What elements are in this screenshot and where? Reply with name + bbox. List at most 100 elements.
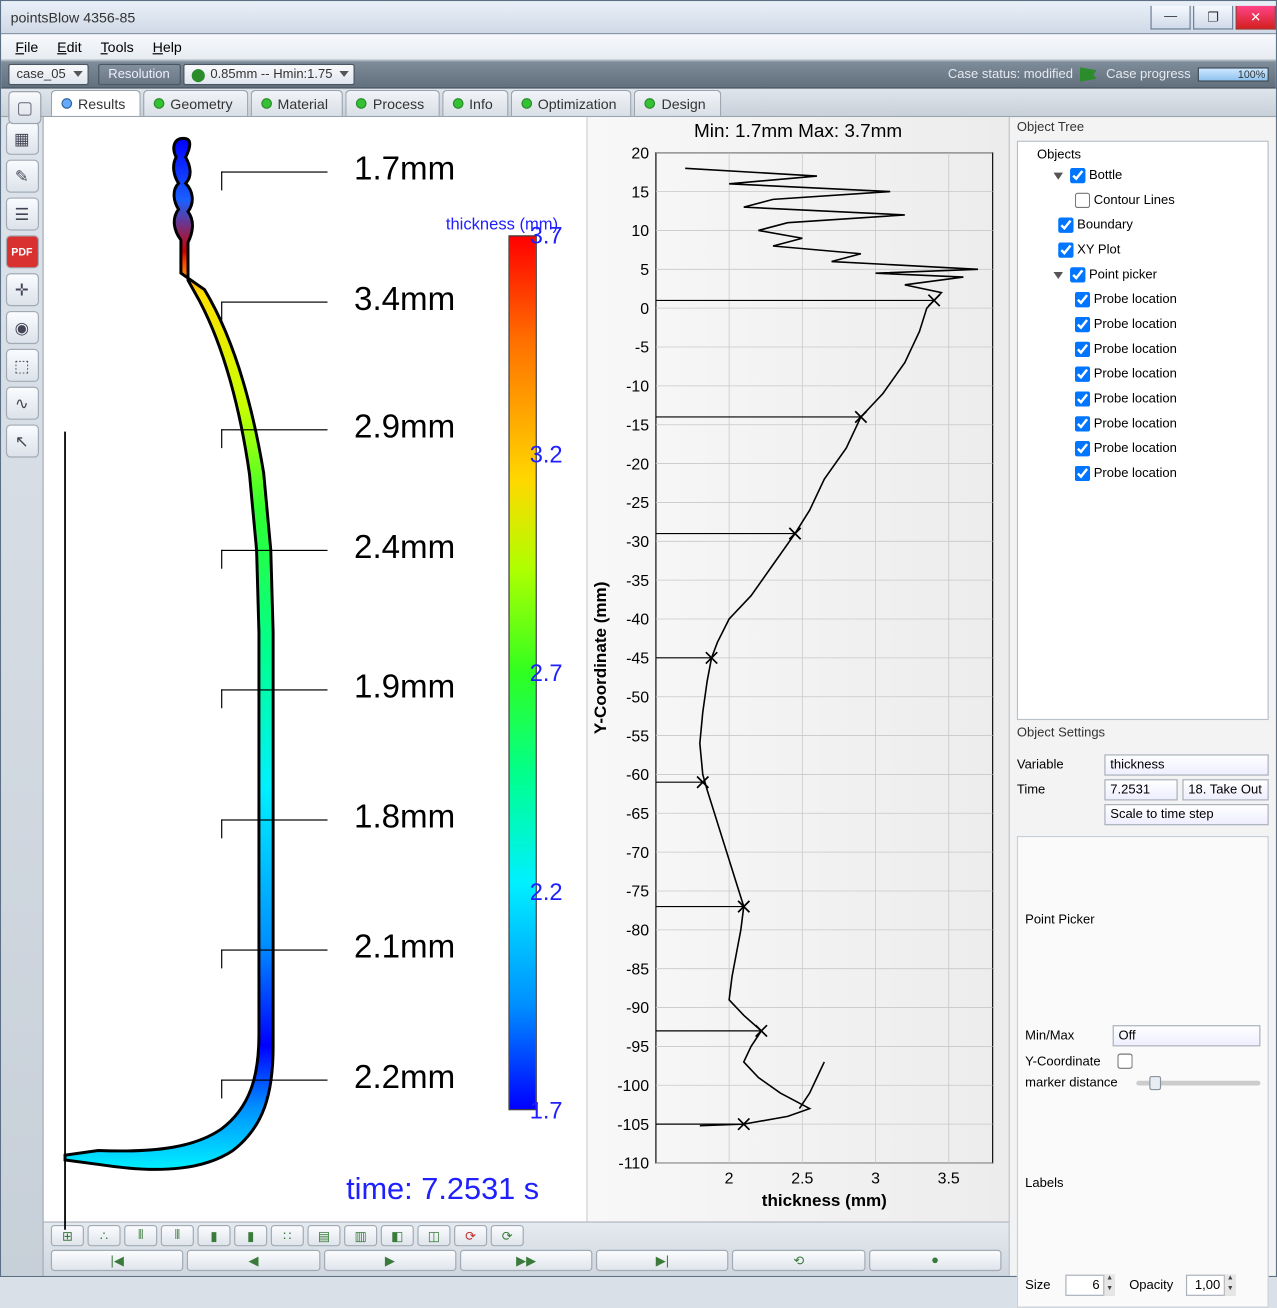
status-dot-icon <box>453 98 464 109</box>
wireframe-button[interactable]: ◫ <box>417 1225 450 1246</box>
tree-item[interactable]: Contour Lines <box>1070 188 1265 213</box>
tree-checkbox[interactable] <box>1075 342 1090 357</box>
legend-tick: 1.7 <box>530 1098 577 1125</box>
time-label: time: 7.2531 s <box>346 1171 539 1208</box>
probe-label: 2.4mm <box>313 529 455 567</box>
probe-leader <box>221 1080 327 1081</box>
tree-checkbox[interactable] <box>1058 218 1073 233</box>
status-dot-icon <box>521 98 532 109</box>
tree-checkbox[interactable] <box>1075 317 1090 332</box>
ycoord-checkbox[interactable] <box>1117 1054 1132 1069</box>
tab-optimization[interactable]: Optimization <box>511 90 632 116</box>
tree-item[interactable]: Probe location <box>1070 411 1265 436</box>
tree-checkbox[interactable] <box>1070 267 1085 282</box>
tree-item[interactable]: Probe location <box>1070 337 1265 362</box>
step-fwd-button[interactable]: ▶▶ <box>460 1250 593 1271</box>
tree-item[interactable]: Probe location <box>1070 387 1265 412</box>
maximize-button[interactable]: ❐ <box>1193 5 1233 29</box>
tree-checkbox[interactable] <box>1075 367 1090 382</box>
axes-button[interactable]: ✛ <box>5 273 38 306</box>
dashed-rect-button[interactable]: ⬚ <box>5 349 38 382</box>
tree-item[interactable]: Probe location <box>1070 312 1265 337</box>
variable-select[interactable]: thickness <box>1104 754 1268 775</box>
shaded-button[interactable]: ◧ <box>381 1225 414 1246</box>
case-dropdown[interactable]: case_05 <box>8 64 88 85</box>
pencil-button[interactable]: ✎ <box>5 160 38 193</box>
refresh-green-button[interactable]: ⟳ <box>491 1225 524 1246</box>
minmax-select[interactable]: Off <box>1113 1025 1261 1046</box>
svg-text:-15: -15 <box>626 417 649 434</box>
tree-label: Probe location <box>1094 342 1177 356</box>
record-button[interactable]: ● <box>869 1250 1002 1271</box>
object-tree[interactable]: ObjectsBottleContour LinesBoundary XY Plo… <box>1017 141 1269 720</box>
xy-plot[interactable]: Min: 1.7mm Max: 3.7mm 20151050-5-10-15-2… <box>588 117 1009 1221</box>
loop-button[interactable]: ⟲ <box>732 1250 865 1271</box>
tree-label: Point picker <box>1089 268 1157 282</box>
ruled-page-button[interactable]: ☰ <box>5 197 38 230</box>
time-step-select[interactable]: 18. Take Out <box>1182 779 1268 800</box>
tree-checkbox[interactable] <box>1075 441 1090 456</box>
tree-item[interactable]: XY Plot <box>1054 238 1266 263</box>
tab-results[interactable]: Results <box>51 90 141 116</box>
svg-text:2: 2 <box>725 1170 734 1187</box>
pdf-button[interactable]: PDF <box>5 235 38 268</box>
tab-process[interactable]: Process <box>346 90 440 116</box>
svg-text:-95: -95 <box>626 1039 649 1056</box>
tree-item[interactable]: Boundary <box>1054 213 1266 238</box>
probe-label: 1.9mm <box>313 668 455 706</box>
probe-leader <box>221 949 327 950</box>
camera-button[interactable]: ◉ <box>5 311 38 344</box>
svg-text:-35: -35 <box>626 573 649 590</box>
tree-item[interactable]: Point picker <box>1054 262 1266 287</box>
tree-label: XY Plot <box>1077 243 1120 257</box>
refresh-red-button[interactable]: ⟳ <box>454 1225 487 1246</box>
tab-material[interactable]: Material <box>250 90 343 116</box>
expand-icon[interactable] <box>1054 271 1063 278</box>
tree-root[interactable]: Objects <box>1037 147 1265 164</box>
menu-edit[interactable]: Edit <box>48 36 91 57</box>
tree-item[interactable]: Probe location <box>1070 436 1265 461</box>
tree-item[interactable]: Probe location <box>1070 362 1265 387</box>
view3d[interactable]: 1.7mm3.4mm2.9mm2.4mm1.9mm1.8mm2.1mm2.2mm… <box>44 117 588 1221</box>
tree-item[interactable]: Bottle <box>1054 163 1266 188</box>
tree-checkbox[interactable] <box>1075 193 1090 208</box>
tree-checkbox[interactable] <box>1058 242 1073 257</box>
menu-help[interactable]: Help <box>143 36 191 57</box>
step-back-button[interactable]: ◀ <box>187 1250 320 1271</box>
skip-end-button[interactable]: ▶| <box>596 1250 729 1271</box>
tree-checkbox[interactable] <box>1075 391 1090 406</box>
menu-tools[interactable]: Tools <box>91 36 143 57</box>
plot-button[interactable]: ∿ <box>5 387 38 420</box>
tree-checkbox[interactable] <box>1075 466 1090 481</box>
status-dot-icon <box>356 98 367 109</box>
expand-icon[interactable] <box>1054 172 1063 179</box>
menu-file[interactable]: File <box>6 36 48 57</box>
resolution-dropdown[interactable]: ⬤ 0.85mm -- Hmin:1.75 <box>183 64 355 85</box>
marker-distance-slider[interactable] <box>1136 1081 1260 1086</box>
tree-label: Probe location <box>1094 417 1177 431</box>
svg-text:-50: -50 <box>626 689 649 706</box>
time-value-select[interactable]: 7.2531 <box>1104 779 1177 800</box>
minimize-button[interactable]: — <box>1150 5 1190 29</box>
status-dot-icon <box>261 98 272 109</box>
tab-geometry[interactable]: Geometry <box>143 90 248 116</box>
tree-checkbox[interactable] <box>1075 292 1090 307</box>
tree-checkbox[interactable] <box>1075 416 1090 431</box>
case-progress-bar: 100% <box>1198 67 1269 81</box>
svg-text:-10: -10 <box>626 379 649 396</box>
tree-checkbox[interactable] <box>1070 168 1085 183</box>
cube-button[interactable]: ▦ <box>5 122 38 155</box>
skip-start-button[interactable]: |◀ <box>51 1250 184 1271</box>
tab-design[interactable]: Design <box>634 90 721 116</box>
view-cube-button[interactable]: ▢ <box>8 91 41 124</box>
scale-to-timestep-button[interactable]: Scale to time step <box>1104 804 1268 825</box>
size-label: Size <box>1025 1278 1060 1292</box>
tree-item[interactable]: Probe location <box>1070 287 1265 312</box>
probe-leader <box>221 302 327 303</box>
play-button[interactable]: ▶ <box>323 1250 456 1271</box>
close-button[interactable]: ✕ <box>1236 5 1276 29</box>
svg-text:2.5: 2.5 <box>791 1170 813 1187</box>
tab-info[interactable]: Info <box>442 90 508 116</box>
pointer-button[interactable]: ↖ <box>5 424 38 457</box>
tree-item[interactable]: Probe location <box>1070 461 1265 486</box>
